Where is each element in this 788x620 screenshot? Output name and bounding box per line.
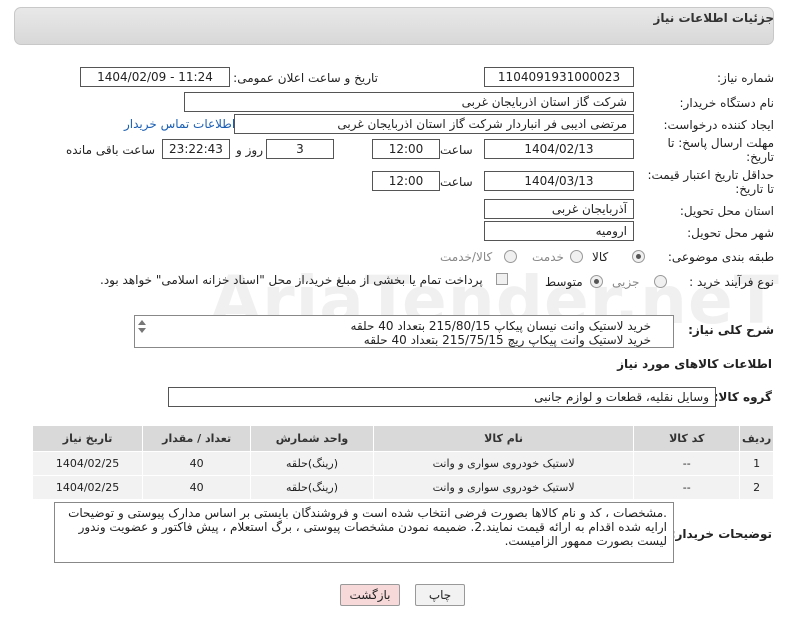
remaining-days-field[interactable]: 3	[266, 139, 334, 159]
goods-group-field[interactable]: وسایل نقلیه، قطعات و لوازم جانبی	[168, 387, 716, 407]
deadline-time-label: ساعت	[440, 143, 473, 157]
cell-name: لاستیک خودروی سواری و وانت	[372, 451, 635, 476]
cell-date: 1404/02/25	[31, 451, 144, 476]
need-number-field[interactable]: 1104091931000023	[484, 67, 634, 87]
col-name: نام کالا	[372, 425, 635, 452]
cell-qty: 40	[142, 475, 252, 500]
table-header-row: ردیف کد کالا نام کالا واحد شمارش تعداد /…	[31, 425, 774, 452]
province-field[interactable]: آذربایجان غربی	[484, 199, 634, 219]
deadline-date-field[interactable]: 1404/02/13	[484, 139, 634, 159]
table-row[interactable]: 2 -- لاستیک خودروی سواری و وانت (رینگ)حل…	[31, 475, 774, 500]
col-unit: واحد شمارش	[250, 425, 374, 452]
price-validity-label: حداقل تاریخ اعتبار قیمت:	[647, 168, 774, 182]
creator-field[interactable]: مرتضی ادیبی فر انباردار شرکت گاز استان ا…	[234, 114, 634, 134]
process-minor-label: جزیی	[612, 275, 640, 289]
deadline-label: مهلت ارسال پاسخ: تا	[667, 136, 774, 150]
summary-textarea[interactable]: خرید لاستیک وانت نیسان پیکاپ 215/80/15 ب…	[134, 315, 674, 348]
back-button[interactable]: بازگشت	[340, 584, 400, 606]
process-type-label: نوع فرآیند خرید :	[689, 275, 774, 289]
category-service-label: خدمت	[532, 250, 564, 264]
buyer-notes-textarea[interactable]: .مشخصات ، کد و نام کالاها بصورت فرضی انت…	[54, 502, 674, 563]
cell-date: 1404/02/25	[31, 475, 144, 500]
remaining-time-field[interactable]: 23:22:43	[162, 139, 230, 159]
cell-qty: 40	[142, 451, 252, 476]
price-validity-date-field[interactable]: 1404/03/13	[484, 171, 634, 191]
remaining-time-label: ساعت باقی مانده	[66, 143, 156, 157]
table-row[interactable]: 1 -- لاستیک خودروی سواری و وانت (رینگ)حل…	[31, 451, 774, 476]
scroll-down-icon	[138, 328, 146, 333]
cell-row: 1	[739, 451, 774, 476]
summary-line-2: خرید لاستیک وانت پیکاپ ریچ 215/75/15 بتع…	[363, 333, 651, 347]
category-goods-service-label: کالا/خدمت	[440, 250, 493, 264]
page-title: جزئیات اطلاعات نیاز	[653, 11, 774, 25]
process-medium-radio[interactable]	[590, 275, 603, 288]
process-minor-radio[interactable]	[654, 275, 667, 288]
buyer-notes-label: توضیحات خریدار:	[670, 527, 772, 541]
buyer-org-label: نام دستگاه خریدار:	[679, 96, 775, 110]
deadline-label-date: تاریخ:	[746, 150, 774, 164]
treasury-payment-note: پرداخت تمام یا بخشی از مبلغ خرید،از محل …	[100, 273, 483, 287]
deadline-time-field[interactable]: 12:00	[372, 139, 440, 159]
buyer-org-field[interactable]: شرکت گاز استان اذربایجان غربی	[184, 92, 634, 112]
buyer-contact-link[interactable]: اطلاعات تماس خریدار	[124, 117, 235, 131]
category-label: طبقه بندی موضوعی:	[667, 250, 774, 264]
city-field[interactable]: ارومیه	[484, 221, 634, 241]
price-validity-time-field[interactable]: 12:00	[372, 171, 440, 191]
col-row: ردیف	[739, 425, 774, 452]
need-number-label: شماره نیاز:	[717, 71, 774, 85]
summary-label: شرح کلی نیاز:	[688, 323, 774, 337]
province-label: استان محل تحویل:	[679, 204, 774, 218]
city-label: شهر محل تحویل:	[687, 226, 774, 240]
cell-unit: (رینگ)حلقه	[250, 475, 374, 500]
cell-code: --	[633, 475, 741, 500]
announce-date-field[interactable]: 1404/02/09 - 11:24	[80, 67, 230, 87]
cell-row: 2	[739, 475, 774, 500]
col-code: کد کالا	[633, 425, 741, 452]
treasury-payment-checkbox[interactable]	[496, 273, 508, 285]
cell-name: لاستیک خودروی سواری و وانت	[372, 475, 635, 500]
category-goods-radio[interactable]	[632, 250, 645, 263]
summary-scrollbar[interactable]	[136, 317, 148, 345]
items-table: ردیف کد کالا نام کالا واحد شمارش تعداد /…	[31, 425, 774, 500]
announce-date-label: تاریخ و ساعت اعلان عمومی:	[233, 71, 378, 85]
goods-info-title: اطلاعات کالاهای مورد نیاز	[617, 357, 772, 371]
col-qty: تعداد / مقدار	[142, 425, 252, 452]
remaining-days-label: روز و	[236, 143, 263, 157]
goods-group-label: گروه کالا:	[713, 390, 772, 404]
category-goods-service-radio[interactable]	[504, 250, 517, 263]
category-service-radio[interactable]	[570, 250, 583, 263]
price-validity-time-label: ساعت	[440, 175, 473, 189]
price-validity-label-date: تا تاریخ:	[735, 182, 774, 196]
scroll-up-icon	[138, 320, 146, 325]
process-medium-label: متوسط	[545, 275, 583, 289]
summary-line-1: خرید لاستیک وانت نیسان پیکاپ 215/80/15 ب…	[350, 319, 651, 333]
cell-unit: (رینگ)حلقه	[250, 451, 374, 476]
category-goods-label: کالا	[592, 250, 609, 264]
col-date: تاریخ نیاز	[31, 425, 144, 452]
cell-code: --	[633, 451, 741, 476]
print-button[interactable]: چاپ	[415, 584, 465, 606]
creator-label: ایجاد کننده درخواست:	[663, 118, 774, 132]
